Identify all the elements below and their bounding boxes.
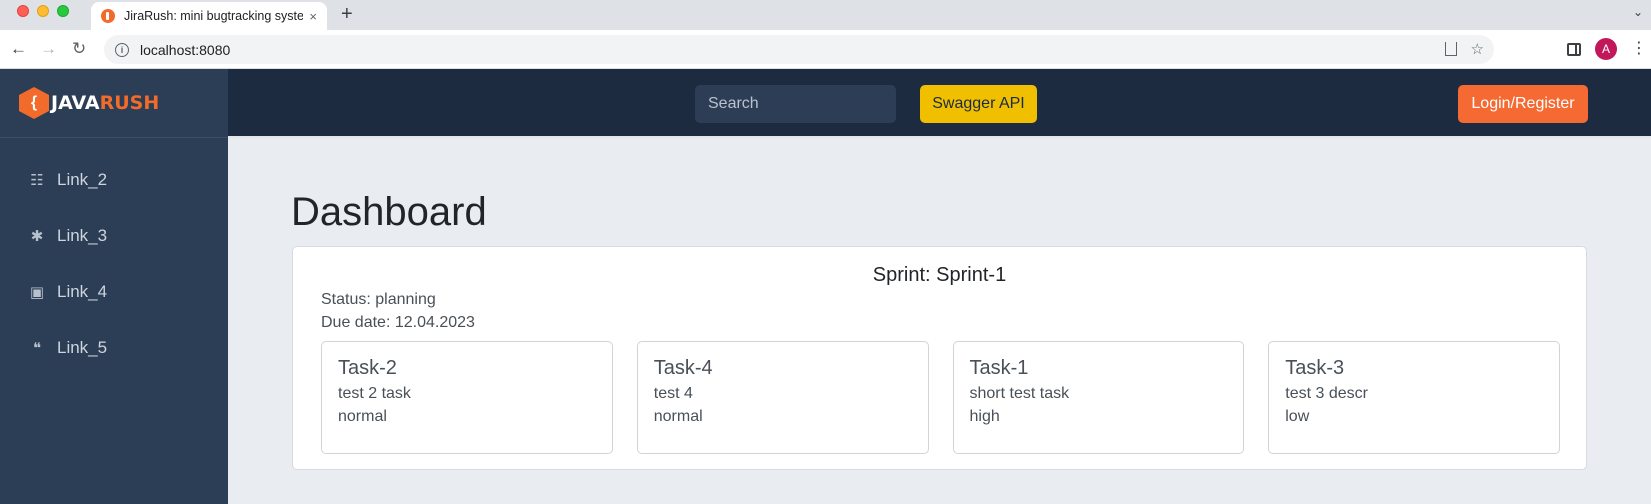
task-card[interactable]: Task-2 test 2 task normal bbox=[321, 341, 613, 454]
task-card[interactable]: Task-1 short test task high bbox=[952, 341, 1245, 454]
task-card[interactable]: Task-4 test 4 normal bbox=[636, 341, 929, 454]
sidebar-item-label: Link_3 bbox=[57, 226, 108, 245]
sidebar-item-link-4[interactable]: ▣ Link_4 bbox=[0, 264, 228, 320]
task-description: test 4 bbox=[653, 385, 693, 402]
comments-icon: ❝ bbox=[32, 340, 42, 357]
new-tab-button[interactable]: + bbox=[341, 3, 353, 25]
sidebar: { JAVARUSH ☷ Link_2 ✱ Link_3 ▣ Link_4 ❝ … bbox=[0, 69, 228, 504]
bug-icon: ✱ bbox=[30, 228, 44, 245]
task-priority: low bbox=[1285, 408, 1310, 425]
task-list: Task-2 test 2 task normal Task-4 test 4 … bbox=[321, 341, 1560, 454]
brand-logo[interactable]: { JAVARUSH bbox=[0, 69, 228, 138]
login-register-button[interactable]: Login/Register bbox=[1458, 85, 1588, 123]
window-maximize-button[interactable] bbox=[57, 5, 69, 17]
url-text[interactable]: localhost:8080 bbox=[140, 42, 230, 58]
task-priority: normal bbox=[653, 408, 703, 425]
sidebar-item-label: Link_5 bbox=[57, 338, 108, 357]
favicon-icon bbox=[101, 9, 115, 23]
tab-close-icon[interactable]: × bbox=[309, 9, 317, 24]
address-bar[interactable]: i localhost:8080 ☆ bbox=[104, 35, 1494, 64]
main-content: Dashboard Sprint: Sprint-1 Status: plann… bbox=[228, 140, 1651, 504]
bookmark-star-icon[interactable]: ☆ bbox=[1471, 40, 1484, 58]
task-description: test 2 task bbox=[338, 385, 411, 402]
sidebar-item-label: Link_4 bbox=[57, 282, 108, 301]
task-description: short test task bbox=[969, 385, 1070, 402]
window-minimize-button[interactable] bbox=[37, 5, 49, 17]
browser-menu-icon[interactable]: ⋮ bbox=[1631, 39, 1647, 59]
sidebar-item-link-2[interactable]: ☷ Link_2 bbox=[0, 152, 228, 208]
book-icon: ▣ bbox=[29, 284, 45, 301]
sprint-card: Sprint: Sprint-1 Status: planning Due da… bbox=[292, 246, 1587, 470]
logo-rush-text: RUSH bbox=[99, 92, 160, 114]
sprint-title: Sprint: Sprint-1 bbox=[872, 264, 1007, 286]
browser-toolbar: ← → ↻ i localhost:8080 ☆ A ⋮ bbox=[0, 30, 1651, 69]
task-key: Task-2 bbox=[338, 357, 397, 379]
task-key: Task-3 bbox=[1285, 357, 1345, 379]
sidebar-item-link-3[interactable]: ✱ Link_3 bbox=[0, 208, 228, 264]
sidebar-item-link-5[interactable]: ❝ Link_5 bbox=[0, 320, 228, 376]
logo-java-text: JAVA bbox=[51, 92, 100, 114]
task-card[interactable]: Task-3 test 3 descr low bbox=[1268, 341, 1560, 454]
logo-text: JAVARUSH bbox=[51, 92, 159, 114]
list-check-icon: ☷ bbox=[30, 172, 44, 189]
sprint-due-date: Due date: 12.04.2023 bbox=[321, 314, 475, 331]
swagger-api-button[interactable]: Swagger API bbox=[920, 85, 1037, 123]
side-panel-icon[interactable] bbox=[1567, 42, 1581, 56]
browser-tab-bar: JiraRush: mini bugtracking system × + ⌄ bbox=[0, 0, 1651, 30]
page-title: Dashboard bbox=[291, 190, 487, 234]
task-description: test 3 descr bbox=[1285, 385, 1368, 402]
sprint-status: Status: planning bbox=[321, 291, 436, 308]
task-key: Task-4 bbox=[653, 357, 713, 379]
sidebar-nav: ☷ Link_2 ✱ Link_3 ▣ Link_4 ❝ Link_5 bbox=[0, 152, 228, 376]
sidebar-item-label: Link_2 bbox=[57, 170, 108, 189]
javarush-logo-icon: { bbox=[19, 87, 49, 119]
profile-avatar[interactable]: A bbox=[1595, 38, 1617, 60]
search-input[interactable] bbox=[695, 85, 896, 123]
reload-icon[interactable]: ↻ bbox=[72, 39, 86, 59]
site-info-icon[interactable]: i bbox=[115, 42, 129, 57]
task-priority: normal bbox=[338, 408, 387, 425]
browser-tab[interactable]: JiraRush: mini bugtracking system × bbox=[91, 2, 327, 30]
app-header: Swagger API Login/Register bbox=[228, 69, 1651, 138]
forward-arrow-icon[interactable]: → bbox=[40, 39, 57, 59]
task-priority: high bbox=[969, 408, 1000, 425]
back-arrow-icon[interactable]: ← bbox=[10, 39, 27, 59]
tab-search-chevron-icon[interactable]: ⌄ bbox=[1633, 5, 1643, 19]
task-key: Task-1 bbox=[969, 357, 1029, 379]
share-icon[interactable] bbox=[1444, 42, 1457, 56]
tab-title: JiraRush: mini bugtracking system bbox=[124, 9, 304, 23]
window-close-button[interactable] bbox=[17, 5, 29, 17]
